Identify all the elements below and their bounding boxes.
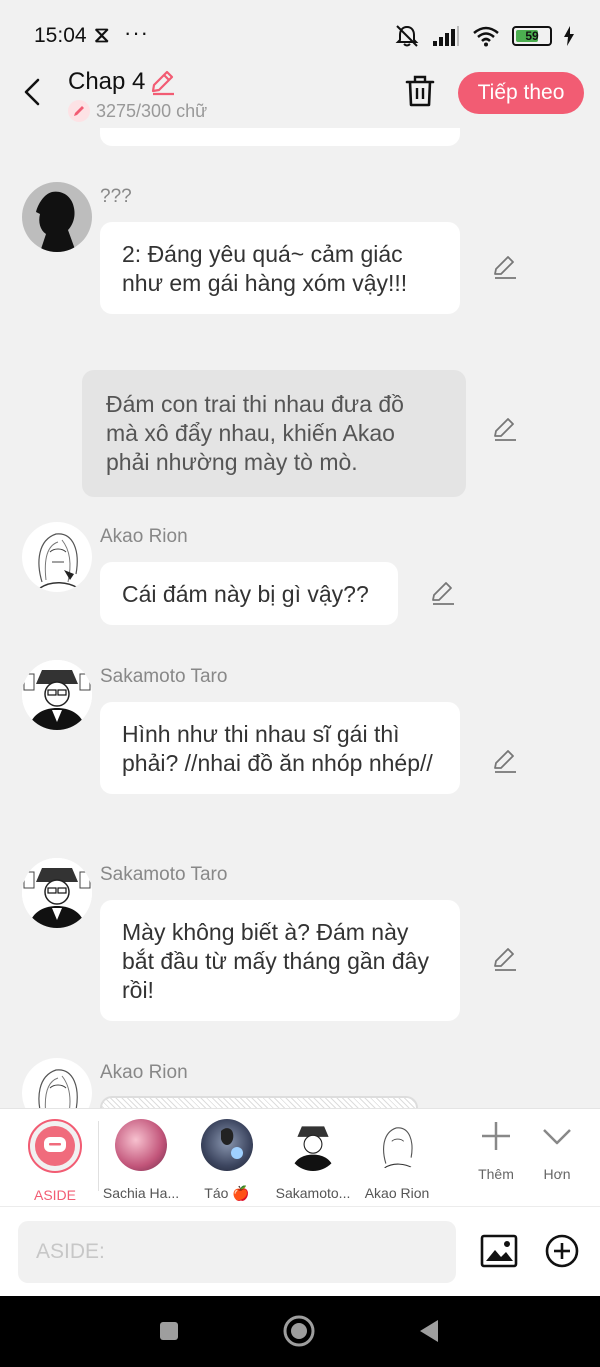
chat-area[interactable]: ??? 2: Đáng yêu quá~ cảm giác như em gái… xyxy=(0,128,600,1108)
character-sakamoto[interactable]: Sakamoto... xyxy=(268,1119,358,1201)
akao-avatar-icon xyxy=(38,1069,78,1108)
message-bubble[interactable]: Mày không biết à? Đám này bắt đầu từ mấy… xyxy=(100,900,460,1021)
avatar xyxy=(287,1119,339,1171)
pencil-icon[interactable] xyxy=(148,68,176,96)
speaker-name: ??? xyxy=(100,186,132,207)
avatar[interactable] xyxy=(22,1058,92,1108)
speaker-name: Akao Rion xyxy=(100,526,188,547)
chat-bubble-icon xyxy=(44,1137,66,1152)
character-label: ASIDE xyxy=(33,1187,76,1203)
editor-header: Chap 4 3275/300 chữ Tiếp theo xyxy=(0,64,600,128)
narration-text: Đám con trai thi nhau đưa đồ mà xô đẩy n… xyxy=(106,391,404,475)
character-label: Táo 🍎 xyxy=(204,1185,250,1201)
message-input[interactable] xyxy=(18,1221,456,1283)
speaker-name: Sakamoto Taro xyxy=(100,666,228,687)
message-bubble[interactable]: Hình như thi nhau sĩ gái thì phải? //nha… xyxy=(100,702,460,794)
add-character-button[interactable]: Thêm xyxy=(466,1119,526,1182)
chevron-down-icon xyxy=(543,1129,571,1145)
next-button[interactable]: Tiếp theo xyxy=(458,72,584,114)
avatar[interactable] xyxy=(22,522,92,592)
home-button[interactable] xyxy=(282,1314,316,1348)
character-label: Akao Rion xyxy=(364,1185,430,1201)
home-circle-icon xyxy=(283,1315,315,1347)
add-character-label: Thêm xyxy=(478,1166,514,1182)
image-message-partial[interactable] xyxy=(100,1096,418,1108)
trash-icon[interactable] xyxy=(404,74,436,108)
status-time: 15:04 xyxy=(34,24,87,47)
word-count: 3275/300 chữ xyxy=(68,100,207,122)
message-text: Hình như thi nhau sĩ gái thì phải? //nha… xyxy=(122,721,433,776)
sakamoto-avatar-icon xyxy=(22,858,92,928)
status-dots: ··· xyxy=(124,20,149,45)
signal-icon xyxy=(433,26,459,46)
sakamoto-avatar-icon xyxy=(22,660,92,730)
edit-icon[interactable] xyxy=(492,946,518,972)
status-bar: 15:04 ⧖ ··· 59 xyxy=(0,0,600,64)
back-button[interactable] xyxy=(412,1314,446,1348)
tao-avatar-icon xyxy=(221,1128,243,1159)
charging-icon xyxy=(564,26,574,46)
character-label: Sakamoto... xyxy=(275,1185,351,1201)
wifi-icon xyxy=(473,26,499,47)
narration-bubble[interactable]: Đám con trai thi nhau đưa đồ mà xô đẩy n… xyxy=(82,370,466,497)
composer-bar xyxy=(0,1206,600,1296)
avatar[interactable] xyxy=(22,660,92,730)
message-bubble[interactable]: Cái đám này bị gì vậy?? xyxy=(100,562,398,625)
system-nav-bar xyxy=(0,1296,600,1367)
character-bar: ASIDE Sachia Ha... Táo 🍎 Sakamoto... Aka… xyxy=(0,1108,600,1206)
message-text: Mày không biết à? Đám này bắt đầu từ mấy… xyxy=(122,919,429,1003)
recents-button[interactable] xyxy=(152,1314,186,1348)
character-aside[interactable]: ASIDE xyxy=(10,1119,100,1203)
edit-icon[interactable] xyxy=(492,416,518,442)
edit-icon[interactable] xyxy=(430,580,456,606)
edit-icon[interactable] xyxy=(492,748,518,774)
message-text: 2: Đáng yêu quá~ cảm giác như em gái hàn… xyxy=(122,241,408,296)
collapse-button[interactable]: Hơn xyxy=(527,1119,587,1182)
character-tao[interactable]: Táo 🍎 xyxy=(182,1119,272,1202)
speaker-name: Akao Rion xyxy=(100,1062,188,1083)
add-circle-icon[interactable] xyxy=(544,1233,580,1269)
akao-avatar-icon xyxy=(383,1127,413,1169)
square-icon xyxy=(160,1322,178,1340)
battery-icon: 59 xyxy=(512,26,552,46)
pen-icon xyxy=(68,100,90,122)
silhouette-icon xyxy=(36,191,76,252)
mute-icon xyxy=(395,25,419,47)
word-count-text: 3275/300 chữ xyxy=(96,100,208,121)
avatar[interactable] xyxy=(22,858,92,928)
image-icon[interactable] xyxy=(480,1233,518,1269)
page-title: Chap 4 xyxy=(68,68,146,95)
avatar xyxy=(115,1119,167,1171)
collapse-label: Hơn xyxy=(543,1166,571,1182)
speaker-name: Sakamoto Taro xyxy=(100,864,228,885)
character-akao[interactable]: Akao Rion xyxy=(352,1119,442,1201)
plus-icon xyxy=(482,1122,510,1150)
battery-level: 59 xyxy=(525,29,539,43)
avatar[interactable] xyxy=(22,182,92,252)
aside-avatar xyxy=(28,1119,82,1173)
message-bubble[interactable]: 2: Đáng yêu quá~ cảm giác như em gái hàn… xyxy=(100,222,460,314)
sakamoto-avatar-icon xyxy=(291,1126,335,1171)
status-icons: 59 xyxy=(394,24,574,48)
back-triangle-icon xyxy=(420,1320,438,1342)
avatar xyxy=(201,1119,253,1171)
character-sachia[interactable]: Sachia Ha... xyxy=(96,1119,186,1201)
message-text: Cái đám này bị gì vậy?? xyxy=(122,581,369,607)
back-arrow-icon[interactable] xyxy=(18,74,50,110)
character-label: Sachia Ha... xyxy=(102,1185,180,1201)
bowtie-icon: ⧖ xyxy=(94,22,110,47)
avatar xyxy=(371,1119,423,1171)
edit-icon[interactable] xyxy=(492,254,518,280)
akao-avatar-icon xyxy=(38,533,79,589)
message-bubble-partial[interactable] xyxy=(100,128,460,146)
